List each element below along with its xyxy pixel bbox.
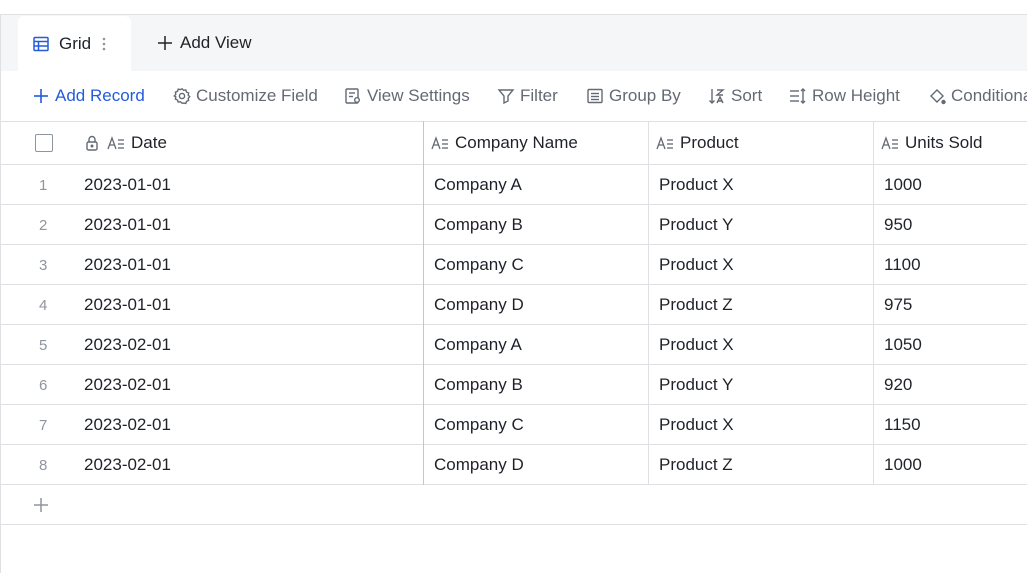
cell-date[interactable]: 2023-01-01 — [84, 285, 171, 325]
cell-date[interactable]: 2023-02-01 — [84, 365, 171, 405]
view-settings-button[interactable]: View Settings — [344, 83, 470, 109]
text-field-icon — [107, 134, 125, 152]
add-view-button[interactable]: Add View — [156, 29, 252, 57]
row-number: 8 — [39, 456, 48, 474]
more-vertical-icon[interactable] — [100, 35, 108, 53]
cell-date[interactable]: 2023-02-01 — [84, 325, 171, 365]
column-header-product[interactable]: Product — [656, 122, 872, 164]
text-field-icon — [881, 134, 899, 152]
tab-grid-label: Grid — [59, 33, 92, 53]
cell-date[interactable]: 2023-01-01 — [84, 165, 171, 205]
paint-bucket-icon — [928, 87, 946, 105]
app-frame: Grid Add View Add Record Customize Field… — [0, 14, 1027, 573]
view-settings-icon — [344, 87, 362, 105]
cell-date[interactable]: 2023-01-01 — [84, 245, 171, 285]
cell-units-sold[interactable]: 1000 — [884, 165, 922, 205]
row-number: 3 — [39, 256, 48, 274]
cell-units-sold[interactable]: 975 — [884, 285, 912, 325]
column-divider — [873, 121, 874, 485]
view-tab-bar: Grid Add View — [1, 15, 1027, 71]
group-by-label: Group By — [609, 86, 681, 105]
row-number: 1 — [39, 176, 48, 194]
cell-product[interactable]: Product Z — [659, 445, 733, 485]
column-header-company-name[interactable]: Company Name — [431, 122, 647, 164]
cell-company-name[interactable]: Company B — [434, 365, 523, 405]
row-number: 6 — [39, 376, 48, 394]
text-field-icon — [656, 134, 674, 152]
view-toolbar: Add Record Customize Field View Settings — [1, 71, 1027, 121]
filter-icon — [497, 87, 515, 105]
sort-icon — [708, 87, 726, 105]
row-number: 5 — [39, 336, 48, 354]
cell-company-name[interactable]: Company C — [434, 405, 524, 445]
row-number: 7 — [39, 416, 48, 434]
conditional-format-label: Conditional — [951, 86, 1027, 105]
cell-date[interactable]: 2023-02-01 — [84, 405, 171, 445]
cell-units-sold[interactable]: 1150 — [884, 405, 921, 445]
cell-units-sold[interactable]: 920 — [884, 365, 912, 405]
cell-product[interactable]: Product Y — [659, 205, 733, 245]
row-height-icon — [789, 87, 807, 105]
cell-date[interactable]: 2023-01-01 — [84, 205, 171, 245]
filter-button[interactable]: Filter — [497, 83, 558, 109]
row-number: 2 — [39, 216, 48, 234]
sort-label: Sort — [731, 86, 763, 105]
column-header-label: Product — [680, 133, 739, 152]
plus-icon — [156, 34, 174, 52]
cell-company-name[interactable]: Company B — [434, 205, 523, 245]
column-header-label: Date — [131, 133, 167, 152]
plus-icon — [32, 496, 50, 514]
add-row-button[interactable] — [1, 485, 1027, 525]
cell-product[interactable]: Product X — [659, 245, 734, 285]
sort-button[interactable]: Sort — [708, 83, 762, 109]
plus-icon — [32, 87, 50, 105]
cell-units-sold[interactable]: 950 — [884, 205, 912, 245]
customize-field-label: Customize Field — [196, 86, 318, 105]
cell-company-name[interactable]: Company A — [434, 165, 522, 205]
cell-units-sold[interactable]: 1050 — [884, 325, 922, 365]
add-record-label: Add Record — [55, 86, 145, 105]
column-header-label: Units Sold — [905, 133, 983, 152]
gear-icon — [173, 87, 191, 105]
text-field-icon — [431, 134, 449, 152]
frozen-column-divider — [423, 121, 424, 485]
conditional-format-button[interactable]: Conditional — [928, 83, 1027, 109]
column-header-date[interactable]: Date — [83, 122, 423, 164]
cell-product[interactable]: Product X — [659, 325, 734, 365]
cell-product[interactable]: Product X — [659, 165, 734, 205]
column-divider — [648, 121, 649, 485]
grid-view-icon — [32, 35, 50, 53]
group-by-button[interactable]: Group By — [586, 83, 681, 109]
cell-units-sold[interactable]: 1000 — [884, 445, 922, 485]
column-header-label: Company Name — [455, 133, 578, 152]
cell-company-name[interactable]: Company A — [434, 325, 522, 365]
view-settings-label: View Settings — [367, 86, 470, 105]
add-record-button[interactable]: Add Record — [32, 83, 145, 109]
lock-icon — [83, 134, 101, 152]
cell-product[interactable]: Product X — [659, 405, 734, 445]
cell-company-name[interactable]: Company C — [434, 245, 524, 285]
filter-label: Filter — [520, 86, 558, 105]
column-header-units-sold[interactable]: Units Sold — [881, 122, 1027, 164]
tab-grid[interactable]: Grid — [18, 16, 131, 71]
row-height-button[interactable]: Row Height — [789, 83, 900, 109]
cell-product[interactable]: Product Z — [659, 285, 733, 325]
row-number: 4 — [39, 296, 48, 314]
cell-date[interactable]: 2023-02-01 — [84, 445, 171, 485]
customize-field-button[interactable]: Customize Field — [173, 83, 318, 109]
cell-product[interactable]: Product Y — [659, 365, 733, 405]
cell-company-name[interactable]: Company D — [434, 285, 524, 325]
cell-units-sold[interactable]: 1100 — [884, 245, 921, 285]
group-by-icon — [586, 87, 604, 105]
select-all-checkbox[interactable] — [35, 134, 53, 152]
cell-company-name[interactable]: Company D — [434, 445, 524, 485]
row-height-label: Row Height — [812, 86, 900, 105]
add-view-label: Add View — [180, 33, 252, 52]
